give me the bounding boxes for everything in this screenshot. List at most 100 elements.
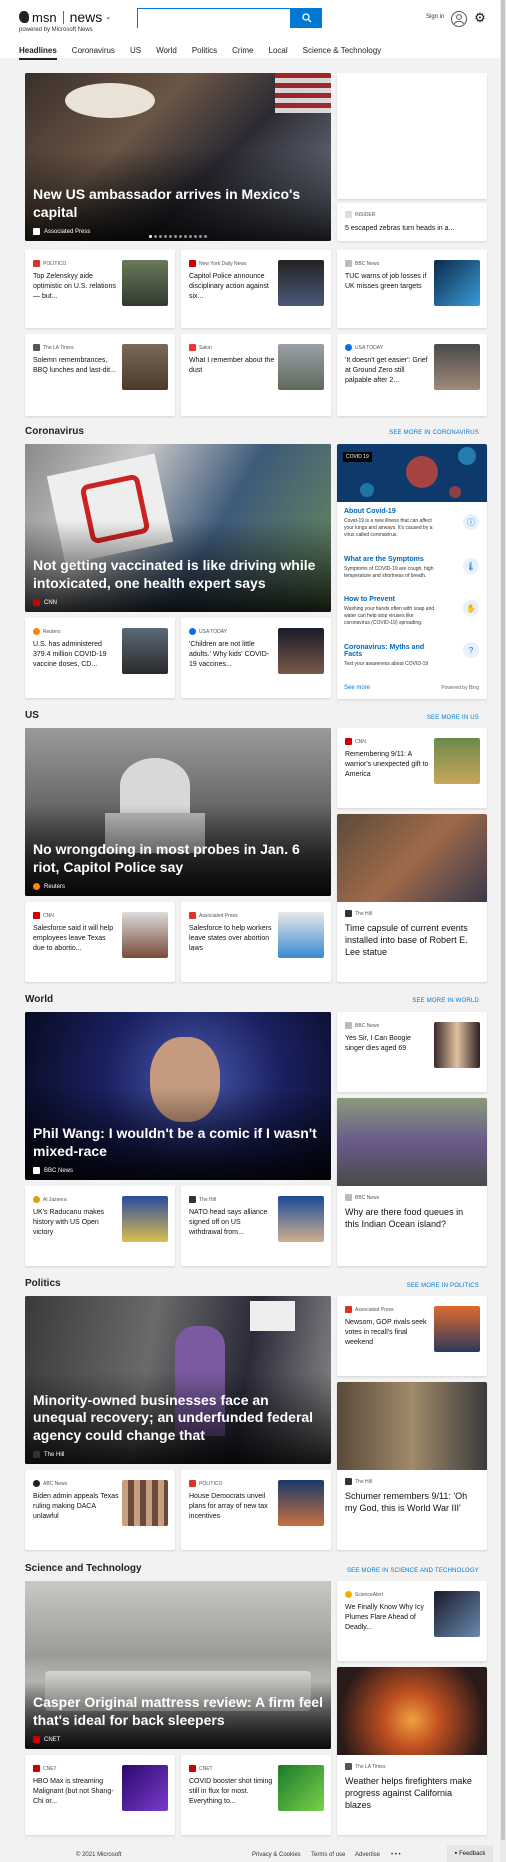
covid-item[interactable]: How to Prevent Washing your hands often w… bbox=[344, 596, 439, 626]
card-headline[interactable]: COVID booster shot timing still in flux … bbox=[189, 1777, 275, 1806]
news-card[interactable]: New York Daily News Capitol Police annou… bbox=[181, 250, 331, 328]
feature-card[interactable]: BBC News Why are there food queues in th… bbox=[337, 1098, 487, 1266]
card-headline[interactable]: Salesforce said it will help employees l… bbox=[33, 924, 119, 953]
card-headline[interactable]: HBO Max is streaming Malignant (but not … bbox=[33, 1777, 119, 1806]
terms-link[interactable]: Terms of use bbox=[311, 1852, 345, 1858]
covid-item-title[interactable]: About Covid-19 bbox=[344, 508, 439, 515]
covid-item-title[interactable]: Coronavirus: Myths and Facts bbox=[344, 644, 439, 658]
tab-coronavirus[interactable]: Coronavirus bbox=[72, 46, 115, 60]
feature-card[interactable]: The Hill Time capsule of current events … bbox=[337, 814, 487, 982]
scrollbar-thumb[interactable] bbox=[501, 0, 505, 1840]
covid-item[interactable]: What are the Symptoms Symptoms of COVID-1… bbox=[344, 556, 439, 580]
privacy-link[interactable]: Privacy & Cookies bbox=[252, 1852, 301, 1858]
news-card[interactable]: The LA Times Solemn remembrances, BBQ lu… bbox=[25, 334, 175, 416]
card-headline[interactable]: Capitol Police announce disciplinary act… bbox=[189, 272, 275, 301]
card-headline[interactable]: Why are there food queues in this Indian… bbox=[345, 1206, 479, 1230]
news-card[interactable]: ABC News Biden admin appeals Texas rulin… bbox=[25, 1470, 175, 1550]
coronavirus-hero[interactable]: Not getting vaccinated is like driving w… bbox=[25, 444, 331, 612]
hero-title[interactable]: No wrongdoing in most probes in Jan. 6 r… bbox=[33, 841, 323, 876]
carousel-dot[interactable] bbox=[199, 235, 202, 238]
card-headline[interactable]: 'Children are not little adults.' Why ki… bbox=[189, 640, 275, 669]
carousel-dot[interactable] bbox=[169, 235, 172, 238]
news-card[interactable]: CNET COVID booster shot timing still in … bbox=[181, 1755, 331, 1835]
see-more-us[interactable]: SEE MORE IN US bbox=[427, 715, 479, 721]
carousel-dot[interactable] bbox=[184, 235, 187, 238]
news-card[interactable]: Associated Press Salesforce to help work… bbox=[181, 902, 331, 982]
tab-politics[interactable]: Politics bbox=[192, 46, 217, 60]
carousel-dots[interactable] bbox=[149, 235, 207, 238]
carousel-dot[interactable] bbox=[194, 235, 197, 238]
carousel-dot[interactable] bbox=[159, 235, 162, 238]
gear-icon[interactable]: ⚙ bbox=[473, 10, 487, 25]
feature-card[interactable]: The Hill Schumer remembers 9/11: 'Oh my … bbox=[337, 1382, 487, 1550]
card-headline[interactable]: Biden admin appeals Texas ruling making … bbox=[33, 1492, 119, 1521]
card-headline[interactable]: NATO head says alliance signed off on US… bbox=[189, 1208, 275, 1237]
search-button[interactable] bbox=[291, 8, 322, 28]
hero-title[interactable]: Not getting vaccinated is like driving w… bbox=[33, 557, 323, 592]
search-input[interactable] bbox=[138, 10, 290, 28]
card-headline[interactable]: 'It doesn't get easier': Grief at Ground… bbox=[345, 356, 431, 385]
news-card[interactable]: USA TODAY 'It doesn't get easier': Grief… bbox=[337, 334, 487, 416]
covid-item[interactable]: About Covid-19 Covid-19 is a new illness … bbox=[344, 508, 439, 538]
product-label[interactable]: news bbox=[70, 9, 103, 25]
news-card[interactable]: CNET HBO Max is streaming Malignant (but… bbox=[25, 1755, 175, 1835]
covid-item-title[interactable]: How to Prevent bbox=[344, 596, 439, 603]
carousel-dot[interactable] bbox=[179, 235, 182, 238]
see-more-politics[interactable]: SEE MORE IN POLITICS bbox=[407, 1283, 479, 1289]
feature-card[interactable]: The LA Times Weather helps firefighters … bbox=[337, 1667, 487, 1835]
covid-item-title[interactable]: What are the Symptoms bbox=[344, 556, 439, 563]
news-card[interactable]: POLITICO Top Zelenskyy aide optimistic o… bbox=[25, 250, 175, 328]
covid-see-more[interactable]: See more bbox=[344, 685, 370, 691]
page-scrollbar[interactable] bbox=[500, 0, 506, 1862]
card-headline[interactable]: Weather helps firefighters make progress… bbox=[345, 1775, 479, 1811]
card-headline[interactable]: Solemn remembrances, BBQ lunches and las… bbox=[33, 356, 119, 376]
science-hero[interactable]: Casper Original mattress review: A firm … bbox=[25, 1581, 331, 1749]
more-icon[interactable]: • • • bbox=[391, 1852, 401, 1858]
card-headline[interactable]: House Democrats unveil plans for array o… bbox=[189, 1492, 275, 1521]
card-headline[interactable]: Remembering 9/11: A warrior's unexpected… bbox=[345, 750, 431, 779]
chevron-down-icon[interactable]: ⌄ bbox=[105, 13, 111, 21]
hero-title[interactable]: Phil Wang: I wouldn't be a comic if I wa… bbox=[33, 1125, 323, 1160]
card-headline[interactable]: Salesforce to help workers leave states … bbox=[189, 924, 275, 953]
politics-hero[interactable]: Minority-owned businesses face an unequa… bbox=[25, 1296, 331, 1464]
see-more-coronavirus[interactable]: SEE MORE IN CORONAVIRUS bbox=[389, 430, 479, 436]
carousel-dot[interactable] bbox=[154, 235, 157, 238]
news-card[interactable]: Reuters U.S. has administered 379.4 mill… bbox=[25, 618, 175, 698]
news-card[interactable]: Associated Press Newsom, GOP rivals seek… bbox=[337, 1296, 487, 1376]
side-card[interactable]: INSIDER 5 escaped zebras turn heads in a… bbox=[337, 203, 487, 241]
card-headline[interactable]: Yes Sir, I Can Boogie singer dies aged 6… bbox=[345, 1034, 431, 1054]
card-headline[interactable]: U.S. has administered 379.4 million COVI… bbox=[33, 640, 119, 669]
news-card[interactable]: Al Jazeera UK's Raducanu makes history w… bbox=[25, 1186, 175, 1266]
card-headline[interactable]: Schumer remembers 9/11: 'Oh my God, this… bbox=[345, 1490, 479, 1514]
card-headline[interactable]: What I remember about the dust bbox=[189, 356, 275, 376]
avatar-icon[interactable] bbox=[451, 11, 467, 27]
card-headline[interactable]: Newsom, GOP rivals seek votes in recall'… bbox=[345, 1318, 431, 1347]
tab-us[interactable]: US bbox=[130, 46, 141, 60]
us-hero[interactable]: No wrongdoing in most probes in Jan. 6 r… bbox=[25, 728, 331, 896]
tab-local[interactable]: Local bbox=[269, 46, 288, 60]
card-headline[interactable]: Top Zelenskyy aide optimistic on U.S. re… bbox=[33, 272, 119, 301]
covid-item[interactable]: Coronavirus: Myths and Facts Test your aw… bbox=[344, 644, 439, 668]
card-headline[interactable]: We Finally Know Why Icy Plumes Flare Ahe… bbox=[345, 1603, 431, 1632]
news-card[interactable]: POLITICO House Democrats unveil plans fo… bbox=[181, 1470, 331, 1550]
news-card[interactable]: ScienceAlert We Finally Know Why Icy Plu… bbox=[337, 1581, 487, 1661]
carousel-dot[interactable] bbox=[204, 235, 207, 238]
search-box[interactable] bbox=[137, 8, 291, 28]
hero-title[interactable]: Minority-owned businesses face an unequa… bbox=[33, 1392, 323, 1445]
msn-logo[interactable]: msn news ⌄ bbox=[19, 9, 111, 25]
card-headline[interactable]: TUC warns of job losses if UK misses gre… bbox=[345, 272, 431, 292]
hero-title[interactable]: Casper Original mattress review: A firm … bbox=[33, 1694, 323, 1729]
carousel-dot[interactable] bbox=[174, 235, 177, 238]
card-headline[interactable]: Time capsule of current events installed… bbox=[345, 922, 479, 958]
card-headline[interactable]: UK's Raducanu makes history with US Open… bbox=[33, 1208, 119, 1237]
tab-headlines[interactable]: Headlines bbox=[19, 46, 57, 60]
card-headline[interactable]: 5 escaped zebras turn heads in a... bbox=[345, 224, 454, 234]
tab-world[interactable]: World bbox=[156, 46, 177, 60]
headline-hero[interactable]: New US ambassador arrives in Mexico's ca… bbox=[25, 73, 331, 241]
news-card[interactable]: CNN Salesforce said it will help employe… bbox=[25, 902, 175, 982]
news-card[interactable]: CNN Remembering 9/11: A warrior's unexpe… bbox=[337, 728, 487, 808]
news-card[interactable]: Salon What I remember about the dust bbox=[181, 334, 331, 416]
hero-title[interactable]: New US ambassador arrives in Mexico's ca… bbox=[33, 186, 323, 221]
carousel-dot[interactable] bbox=[189, 235, 192, 238]
news-card[interactable]: BBC News Yes Sir, I Can Boogie singer di… bbox=[337, 1012, 487, 1092]
